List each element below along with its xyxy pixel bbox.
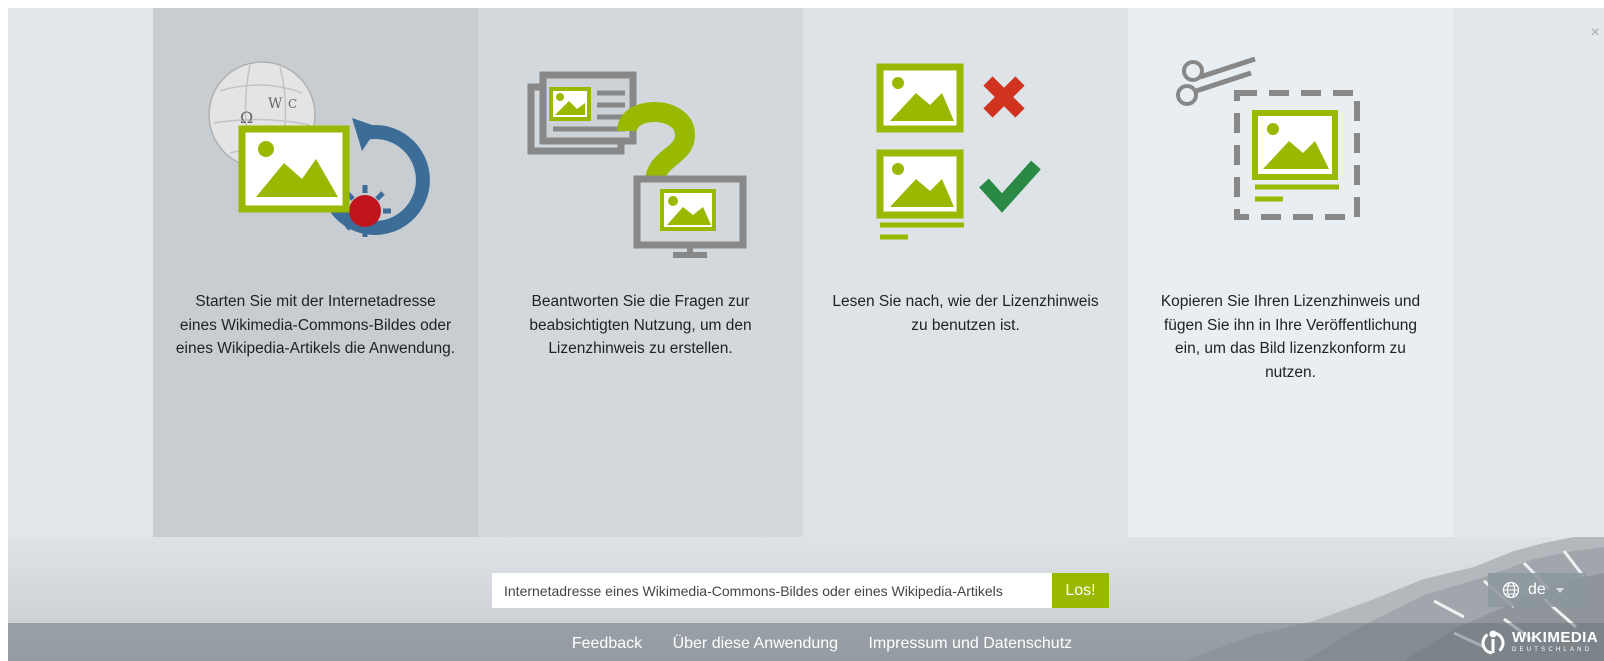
close-icon[interactable]: × (1591, 24, 1600, 42)
question-icon (527, 71, 747, 258)
footer-link-about[interactable]: Über diese Anwendung (673, 635, 838, 652)
footer-links: Feedback Über diese Anwendung Impressum … (8, 635, 1604, 653)
svg-text:Ω: Ω (240, 108, 253, 127)
globe-icon (1502, 581, 1520, 599)
chevron-down-icon (1555, 587, 1564, 593)
dos-and-donts-icon (876, 63, 1041, 240)
step-spacer-right: × (1453, 8, 1604, 537)
wikimedia-logo-icon (1481, 630, 1505, 655)
logo-title: WIKIMEDIA (1512, 629, 1599, 646)
submit-button[interactable]: Los! (1052, 573, 1109, 608)
step-3: Lesen Sie nach, wie der Lizenzhinweis zu… (803, 8, 1128, 537)
step-3-text: Lesen Sie nach, wie der Lizenzhinweis zu… (832, 293, 1099, 334)
wikimedia-logo[interactable]: WIKIMEDIA DEUTSCHLAND (1480, 629, 1598, 655)
logo-subtitle: DEUTSCHLAND (1512, 647, 1593, 653)
svg-text:W: W (268, 96, 283, 112)
step-spacer-left (8, 8, 153, 537)
app-frame: Ω W C Starten Sie mit der Internetadress… (8, 8, 1604, 661)
scissors-copy-icon (1176, 56, 1360, 220)
step-4-text: Kopieren Sie Ihren Lizenzhinweis und füg… (1160, 293, 1421, 381)
step-2-text: Beantworten Sie die Fragen zur beabsicht… (529, 293, 752, 357)
footer-link-imprint[interactable]: Impressum und Datenschutz (868, 635, 1072, 652)
language-selector[interactable]: de (1488, 573, 1586, 607)
steps-panel: Ω W C Starten Sie mit der Internetadress… (8, 8, 1604, 537)
step-1-text: Starten Sie mit der Internetadresse eine… (175, 293, 456, 357)
step-4: Kopieren Sie Ihren Lizenzhinweis und füg… (1128, 8, 1453, 537)
svg-text:C: C (288, 97, 297, 111)
logo-wordmark: WIKIMEDIA DEUTSCHLAND (1512, 629, 1598, 654)
search-input[interactable] (492, 573, 1052, 608)
search-area: Los! de Feedback Über diese Anwendung Im… (8, 537, 1604, 661)
wikipedia-globe-commons-icon: Ω W C (208, 61, 430, 237)
footer-link-feedback[interactable]: Feedback (572, 635, 642, 652)
step-2: Beantworten Sie die Fragen zur beabsicht… (478, 8, 803, 537)
step-1: Ω W C Starten Sie mit der Internetadress… (153, 8, 478, 537)
search-form: Los! (492, 573, 1132, 608)
language-label: de (1528, 581, 1546, 598)
